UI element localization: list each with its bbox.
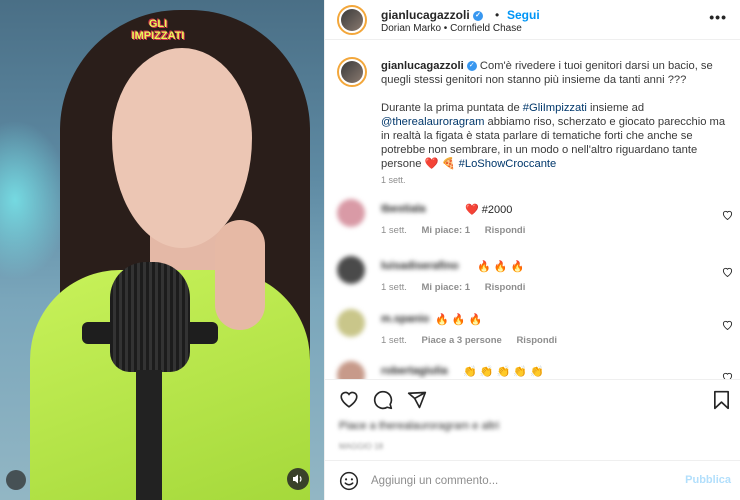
heart-icon[interactable]: [339, 390, 359, 413]
person-hand: [215, 220, 265, 330]
post-date: MAGGIO 18: [339, 442, 384, 451]
commenter-avatar[interactable]: [337, 361, 365, 379]
caption-para-mid1: insieme ad: [586, 102, 645, 114]
author-username[interactable]: gianlucagazzoli: [381, 8, 470, 22]
reply-button[interactable]: Rispondi: [485, 282, 526, 293]
commenter-avatar[interactable]: [337, 256, 365, 284]
share-icon[interactable]: [407, 390, 427, 415]
post-detail-panel: gianlucagazzoli ✓ • Segui Dorian Marko •…: [324, 0, 740, 500]
emoji-icon[interactable]: [339, 471, 359, 496]
comment-text: 🔥 🔥 🔥: [477, 261, 525, 273]
header-separator: •: [495, 8, 500, 22]
mention-therealauroragram[interactable]: @therealauroragram: [381, 116, 484, 128]
verified-badge-icon: ✓: [466, 61, 477, 72]
comment-item: robertagiulia 👏 👏 👏 👏 👏: [325, 361, 740, 379]
comment-text: ❤️ #2000: [465, 204, 513, 216]
comment-text: 👏 👏 👏 👏 👏: [463, 366, 544, 378]
comment-item: m.spanio 🔥 🔥 🔥 1 sett. Piace a 3 persone…: [325, 309, 740, 359]
hashtag-gliimpizzati[interactable]: #GliImpizzati: [523, 102, 587, 114]
add-comment-bar: Pubblica: [325, 460, 740, 500]
comment-text: 🔥 🔥 🔥: [435, 314, 483, 326]
verified-badge-icon: ✓: [473, 10, 484, 21]
comment-likes[interactable]: Mi piace: 1: [422, 282, 471, 293]
hashtag-loshowcroccante[interactable]: #LoShowCroccante: [459, 158, 557, 170]
comment-time[interactable]: 1 sett.: [381, 282, 407, 293]
microphone-stand: [136, 370, 162, 500]
comments-list[interactable]: gianlucagazzoli ✓ Com'è rivedere i tuoi …: [325, 41, 740, 379]
comment-heart-icon[interactable]: [722, 264, 733, 282]
save-icon[interactable]: [713, 390, 730, 415]
volume-icon[interactable]: [287, 468, 309, 490]
audio-track[interactable]: Dorian Marko • Cornfield Chase: [381, 23, 522, 34]
comment-item: tbestiala ❤️ #2000 1 sett. Mi piace: 1 R…: [325, 199, 740, 249]
author-avatar[interactable]: [337, 5, 367, 35]
likes-summary[interactable]: Piace a therealauroragram e altri: [339, 420, 499, 432]
commenter-username[interactable]: luisadiserafino: [381, 260, 459, 272]
comment-time[interactable]: 1 sett.: [381, 225, 407, 236]
comment-heart-icon[interactable]: [722, 317, 733, 335]
grid-icon[interactable]: [6, 470, 26, 490]
more-options-icon[interactable]: •••: [709, 9, 727, 25]
comment-icon[interactable]: [373, 390, 393, 415]
commenter-avatar[interactable]: [337, 199, 365, 227]
comment-time[interactable]: 1 sett.: [381, 335, 407, 346]
author-username-wrap[interactable]: gianlucagazzoli ✓: [381, 8, 484, 22]
caption-text: gianlucagazzoli ✓ Com'è rivedere i tuoi …: [381, 59, 727, 185]
publish-button[interactable]: Pubblica: [685, 474, 731, 486]
show-logo: GLI IMPIZZATI: [131, 18, 185, 42]
caption-username[interactable]: gianlucagazzoli: [381, 60, 464, 72]
comment-meta: 1 sett. Piace a 3 persone Rispondi: [381, 335, 569, 346]
comment-meta: 1 sett. Mi piace: 1 Rispondi: [381, 282, 537, 293]
comment-likes[interactable]: Mi piace: 1: [422, 225, 471, 236]
comment-heart-icon[interactable]: [722, 207, 733, 225]
post-header: gianlucagazzoli ✓ • Segui Dorian Marko •…: [325, 0, 740, 40]
reply-button[interactable]: Rispondi: [485, 225, 526, 236]
caption-para-prefix: Durante la prima puntata de: [381, 102, 523, 114]
comment-likes[interactable]: Piace a 3 persone: [422, 335, 502, 346]
comment-item: luisadiserafino 🔥 🔥 🔥 1 sett. Mi piace: …: [325, 256, 740, 306]
commenter-avatar[interactable]: [337, 309, 365, 337]
comment-input[interactable]: [371, 471, 671, 491]
comment-heart-icon[interactable]: [722, 369, 733, 379]
post-media-video[interactable]: GLI IMPIZZATI: [0, 0, 324, 500]
follow-button[interactable]: Segui: [507, 8, 540, 22]
commenter-username[interactable]: robertagiulia: [381, 365, 448, 377]
caption-timestamp[interactable]: 1 sett.: [381, 175, 406, 185]
microphone: [110, 262, 190, 372]
reply-button[interactable]: Rispondi: [516, 335, 557, 346]
post-actions-bar: [325, 379, 740, 419]
comment-meta: 1 sett. Mi piace: 1 Rispondi: [381, 225, 537, 236]
commenter-username[interactable]: m.spanio: [381, 313, 429, 325]
commenter-username[interactable]: tbestiala: [381, 203, 426, 215]
caption-avatar[interactable]: [337, 57, 367, 87]
